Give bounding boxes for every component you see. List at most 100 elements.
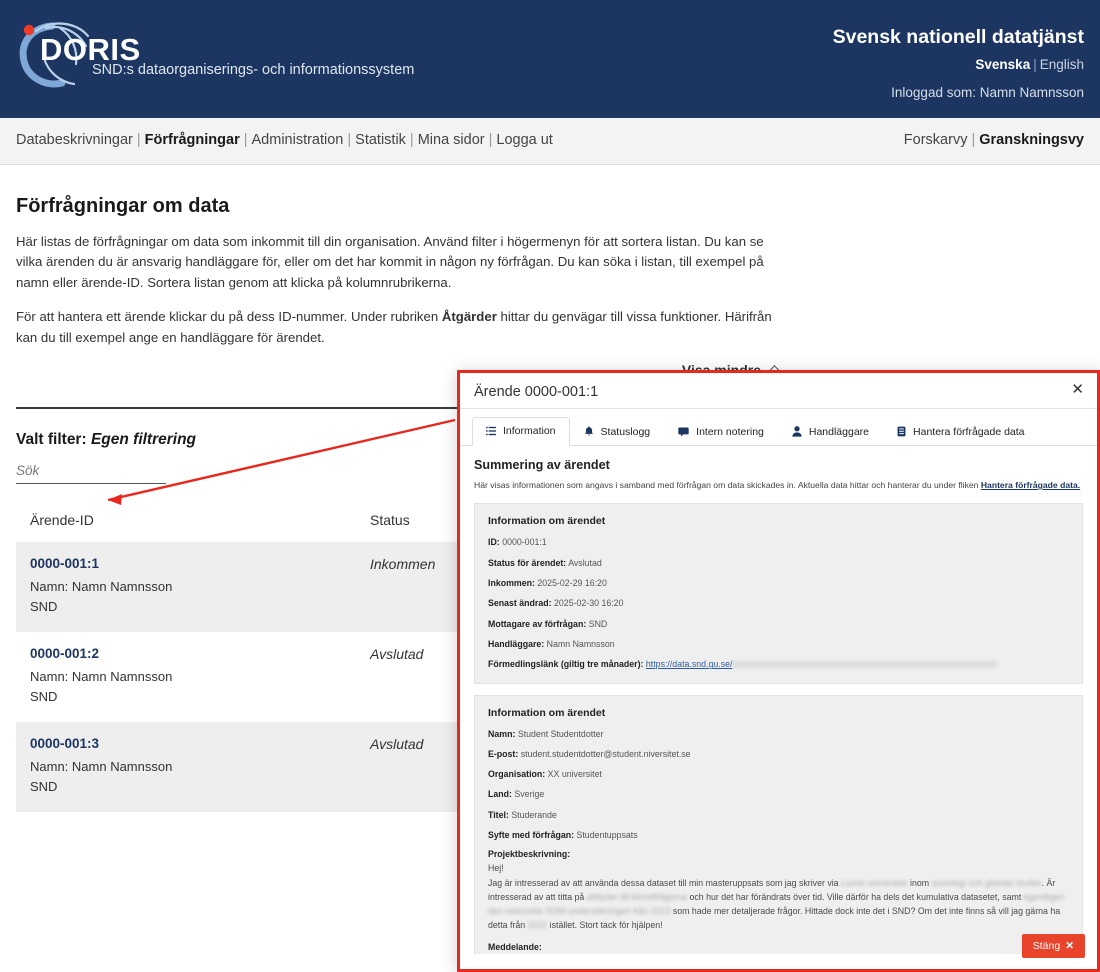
field-id-value: 0000-001:1 bbox=[502, 537, 547, 548]
tab-hantera-forfragade-data[interactable]: Hantera förfrågade data bbox=[883, 417, 1039, 446]
bell-icon bbox=[584, 426, 594, 437]
field-inkommen: Inkommen: 2025-02-29 16:20 bbox=[488, 577, 1069, 589]
project-description-label: Projektbeskrivning: bbox=[488, 849, 571, 860]
field-namn: Namn: Student Studentdotter bbox=[488, 728, 1069, 740]
project-redacted-2: sociologi och globala studier bbox=[931, 877, 1042, 888]
field-inkommen-value: 2025-02-29 16:20 bbox=[537, 577, 607, 588]
field-namn-label: Namn: bbox=[488, 728, 516, 739]
database-icon bbox=[897, 426, 906, 437]
nav-item-logga-ut[interactable]: Logga ut bbox=[496, 132, 552, 148]
intro-p2-bold: Åtgärder bbox=[441, 309, 497, 325]
search-wrapper bbox=[16, 461, 166, 485]
status-badge: Inkommen bbox=[370, 556, 436, 573]
intro-p2-part1: För att hantera ett ärende klickar du på… bbox=[16, 309, 442, 325]
field-inkommen-label: Inkommen: bbox=[488, 577, 535, 588]
nav-separator: | bbox=[136, 132, 141, 148]
field-status: Status för ärendet: Avslutad bbox=[488, 557, 1069, 569]
field-syfte-label: Syfte med förfrågan: bbox=[488, 830, 575, 841]
field-land-label: Land: bbox=[488, 789, 512, 800]
formedlingslank-url[interactable]: https://data.snd.gu.se/ bbox=[646, 659, 733, 669]
close-icon[interactable]: ✕ bbox=[1071, 382, 1084, 397]
person-icon bbox=[792, 426, 802, 437]
cell-case-id: 0000-001:1 Namn: Namn Namnsson SND bbox=[16, 542, 356, 633]
project-greeting: Hej! bbox=[488, 863, 504, 874]
tab-information[interactable]: Information bbox=[472, 417, 570, 446]
case-info-card-title: Information om ärendet bbox=[488, 515, 606, 528]
nav-item-statistik[interactable]: Statistik bbox=[355, 132, 406, 148]
tab-statuslogg[interactable]: Statuslogg bbox=[570, 417, 665, 446]
close-button[interactable]: Stäng ✕ bbox=[1021, 934, 1085, 958]
field-titel-value: Studerande bbox=[511, 809, 557, 820]
nav-left-group: Databeskrivningar | Förfrågningar | Administ… bbox=[16, 132, 553, 148]
case-name: Namn: Namn Namnsson bbox=[30, 759, 173, 775]
modal-tab-bar: Information Statuslogg Intern notering H… bbox=[460, 409, 1097, 446]
header-right: Svensk nationell datatjänst Svenska | Engl… bbox=[833, 22, 1084, 104]
note-icon bbox=[678, 427, 689, 437]
search-input[interactable] bbox=[16, 461, 166, 485]
brand-tagline: SND:s dataorganiserings- och information… bbox=[92, 62, 415, 78]
case-name: Namn: Namn Namnsson bbox=[30, 669, 173, 685]
nav-item-administration[interactable]: Administration bbox=[252, 132, 344, 148]
field-mottagare-value: SND bbox=[588, 618, 608, 629]
case-id-link[interactable]: 0000-001:3 bbox=[30, 736, 342, 751]
field-syfte: Syfte med förfrågan: Studentuppsats bbox=[488, 829, 1069, 841]
brand-logo[interactable]: DORIS SND:s dataorganiserings- och infor… bbox=[14, 14, 414, 92]
field-senast-andrad-label: Senast ändrad: bbox=[488, 598, 552, 609]
field-senast-andrad-value: 2025-02-30 16:20 bbox=[554, 598, 624, 609]
list-icon bbox=[486, 426, 496, 436]
case-id-link[interactable]: 0000-001:1 bbox=[30, 556, 342, 571]
modal-footer: Stäng ✕ bbox=[460, 927, 1097, 969]
nav-item-granskningsvy[interactable]: Granskningsvy bbox=[979, 132, 1084, 148]
field-organisation-label: Organisation: bbox=[488, 769, 546, 780]
cell-case-id: 0000-001:2 Namn: Namn Namnsson SND bbox=[16, 632, 356, 723]
tab-intern-notering[interactable]: Intern notering bbox=[664, 417, 778, 446]
cell-case-id: 0000-001:3 Namn: Namn Namnsson SND bbox=[16, 722, 356, 813]
project-redacted-3: attityder till klimatfrågorna bbox=[586, 891, 688, 902]
nav-item-forfragningar[interactable]: Förfrågningar bbox=[145, 132, 240, 148]
field-epost: E-post: student.studentdotter@student.ni… bbox=[488, 748, 1069, 760]
selected-filter-value: Egen filtrering bbox=[90, 431, 197, 449]
field-epost-label: E-post: bbox=[488, 748, 519, 759]
field-titel: Titel: Studerande bbox=[488, 809, 1069, 821]
field-syfte-value: Studentuppsats bbox=[576, 830, 638, 841]
language-swedish[interactable]: Svenska bbox=[975, 57, 1030, 72]
case-id-link[interactable]: 0000-001:2 bbox=[30, 646, 342, 661]
field-handlaggare-value: Namn Namnsson bbox=[546, 638, 615, 649]
nav-item-databeskrivningar[interactable]: Databeskrivningar bbox=[16, 132, 133, 148]
intro-paragraph-1: Här listas de förfrågningar om data som … bbox=[16, 234, 764, 290]
nav-item-mina-sidor[interactable]: Mina sidor bbox=[418, 132, 485, 148]
field-status-value: Avslutad bbox=[568, 557, 602, 568]
language-english[interactable]: English bbox=[1040, 57, 1084, 72]
case-org: SND bbox=[30, 688, 58, 704]
project-text-4: och hur det har förändrats över tid. Vil… bbox=[687, 891, 1024, 902]
tab-hantera-forfragade-data-label: Hantera förfrågade data bbox=[913, 425, 1025, 438]
language-switcher[interactable]: Svenska | English bbox=[833, 55, 1084, 76]
requester-info-card-title: Information om ärendet bbox=[488, 706, 606, 719]
formedlingslank-redacted bbox=[732, 661, 998, 669]
case-org: SND bbox=[30, 598, 58, 614]
status-badge: Avslutad bbox=[370, 736, 424, 753]
organisation-title: Svensk nationell datatjänst bbox=[832, 26, 1084, 48]
summary-description-text: Här visas informationen som angavs i sam… bbox=[474, 480, 981, 490]
brand-name: DORIS bbox=[40, 32, 141, 67]
field-mottagare-label: Mottagare av förfrågan: bbox=[488, 618, 587, 629]
tab-handlaggare[interactable]: Handläggare bbox=[778, 417, 883, 446]
field-land: Land: Sverige bbox=[488, 788, 1069, 800]
field-handlaggare-label: Handläggare: bbox=[488, 638, 545, 649]
field-epost-value: student.studentdotter@student.niversitet… bbox=[520, 748, 691, 759]
case-name: Namn: Namn Namnsson bbox=[30, 579, 173, 595]
nav-item-forskarvy[interactable]: Forskarvy bbox=[904, 132, 968, 148]
column-header-case-id[interactable]: Ärende-ID bbox=[16, 506, 356, 542]
field-titel-label: Titel: bbox=[488, 809, 509, 820]
app-root: DORIS SND:s dataorganiserings- och infor… bbox=[0, 0, 1100, 972]
field-senast-andrad: Senast ändrad: 2025-02-30 16:20 bbox=[488, 597, 1069, 609]
nav-separator: | bbox=[347, 132, 352, 148]
modal-body: Summering av ärendet Här visas informati… bbox=[460, 446, 1097, 954]
nav-separator: | bbox=[243, 132, 248, 148]
field-mottagare: Mottagare av förfrågan: SND bbox=[488, 618, 1069, 630]
modal-title: Ärende 0000-001:1 bbox=[474, 384, 599, 400]
tab-intern-notering-label: Intern notering bbox=[696, 425, 764, 438]
project-redacted-1: Lunds universitet bbox=[841, 877, 908, 888]
summary-description-link[interactable]: Hantera förfrågade data. bbox=[981, 480, 1080, 490]
intro-paragraph-2: För att hantera ett ärende klickar du på… bbox=[16, 307, 774, 348]
